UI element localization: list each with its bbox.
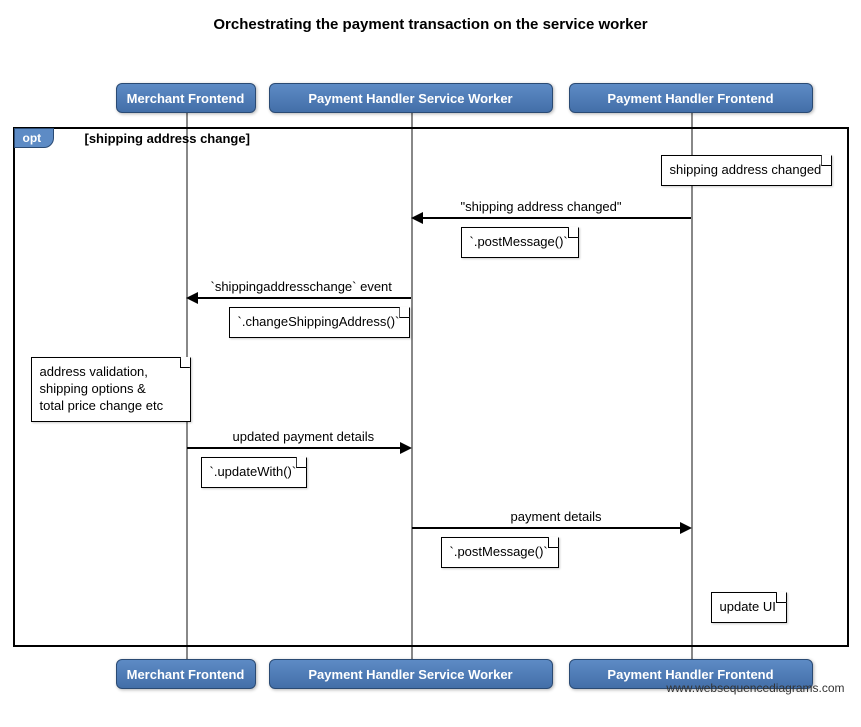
msg-4-line [412, 527, 680, 529]
msg-4-head [680, 522, 692, 534]
note-postmsg-2: `.postMessage()` [441, 537, 559, 568]
msg-1-head [411, 212, 423, 224]
watermark: www.websequencediagrams.com [666, 681, 844, 695]
msg-3-head [400, 442, 412, 454]
sequence-diagram: Merchant Frontend Payment Handler Servic… [11, 47, 851, 697]
participant-sw-bottom: Payment Handler Service Worker [269, 659, 553, 689]
msg-1-line [423, 217, 691, 219]
opt-guard: [shipping address change] [85, 131, 250, 146]
note-update-ui: update UI [711, 592, 787, 623]
note-updatewith: `.updateWith()` [201, 457, 308, 488]
participant-frontend-top: Payment Handler Frontend [569, 83, 813, 113]
diagram-title: Orchestrating the payment transaction on… [10, 16, 851, 33]
note-change-addr: `.changeShippingAddress()` [229, 307, 411, 338]
msg-1-label: "shipping address changed" [461, 199, 622, 214]
participant-merchant-bottom: Merchant Frontend [116, 659, 256, 689]
msg-3-line [187, 447, 400, 449]
note-addr-changed: shipping address changed [661, 155, 833, 186]
msg-4-label: payment details [511, 509, 602, 524]
participant-sw-top: Payment Handler Service Worker [269, 83, 553, 113]
note-validation: address validation, shipping options & t… [31, 357, 191, 422]
msg-2-line [198, 297, 411, 299]
msg-2-label: `shippingaddresschange` event [211, 279, 392, 294]
msg-3-label: updated payment details [233, 429, 375, 444]
msg-2-head [186, 292, 198, 304]
participant-merchant-top: Merchant Frontend [116, 83, 256, 113]
opt-tag: opt [14, 128, 55, 148]
note-postmsg-1: `.postMessage()` [461, 227, 579, 258]
